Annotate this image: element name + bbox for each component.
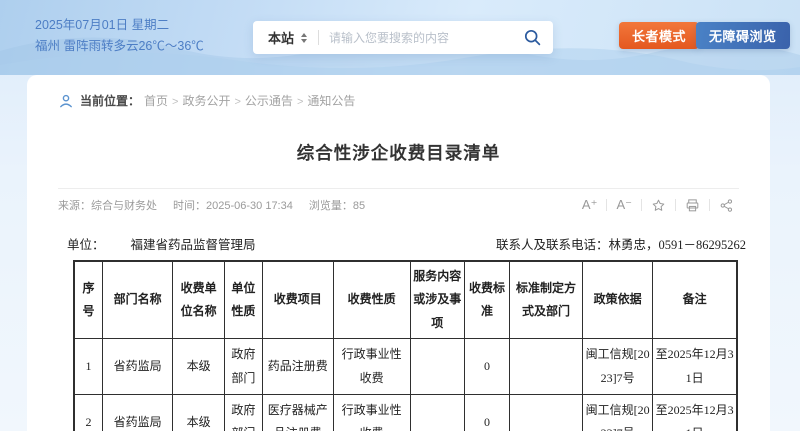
unit-value: 福建省药品监督管理局 xyxy=(131,238,256,252)
font-decrease-button[interactable]: A⁻ xyxy=(607,197,641,213)
table-cell: 0 xyxy=(464,339,509,395)
breadcrumb: 当前位置： 首页 > 政务公开 > 公示通告 > 通知公告 xyxy=(27,75,770,109)
table-cell: 省药监局 xyxy=(103,395,173,431)
table-cell: 至2025年12月31日 xyxy=(653,339,737,395)
table-header-cell: 备注 xyxy=(653,261,737,339)
breadcrumb-label: 当前位置： xyxy=(80,92,140,109)
table-cell: 0 xyxy=(464,395,509,431)
table-header-cell: 收费项目 xyxy=(262,261,333,339)
table-cell: 本级 xyxy=(173,395,225,431)
table-cell: 行政事业性收费 xyxy=(333,339,410,395)
top-banner: 2025年07月01日 星期二 福州 雷阵雨转多云26℃～36℃ 本站 长者模式… xyxy=(0,0,800,75)
contact-info: 联系人及联系电话：林勇忠，0591－86295262 xyxy=(496,234,746,253)
table-row: 2省药监局本级政府部门医疗器械产品注册费行政事业性收费 0 闽工信规[2023]7号… xyxy=(74,395,737,431)
table-cell xyxy=(510,339,583,395)
table-cell: 至2025年12月31日 xyxy=(653,395,737,431)
article-meta: 来源：综合与财务处 时间：2025-06-30 17:34 浏览量：85 xyxy=(58,197,365,213)
table-header-cell: 服务内容或涉及事项 xyxy=(410,261,464,339)
table-header-cell: 单位性质 xyxy=(224,261,262,339)
updown-arrows-icon[interactable] xyxy=(301,33,307,43)
search-icon xyxy=(524,29,541,46)
table-header-cell: 收费单位名称 xyxy=(173,261,225,339)
printer-icon xyxy=(685,198,700,213)
meta-views: 浏览量：85 xyxy=(309,197,365,213)
unit-field: 单位： 福建省药品监督管理局 xyxy=(67,234,256,253)
weather-text: 福州 雷阵雨转多云26℃～36℃ xyxy=(35,36,204,57)
elder-mode-button[interactable]: 长者模式 xyxy=(619,22,699,49)
table-cell: 本级 xyxy=(173,339,225,395)
content-card: 当前位置： 首页 > 政务公开 > 公示通告 > 通知公告 综合性涉企收费目录清单 来源：综… xyxy=(27,75,770,431)
share-icon xyxy=(719,198,734,213)
table-header-cell: 序号 xyxy=(74,261,103,339)
breadcrumb-item-2[interactable]: 公示通告 xyxy=(245,94,293,108)
accessibility-button[interactable]: 无障碍浏览 xyxy=(696,22,790,49)
fee-table-head: 序号部门名称收费单位名称单位性质收费项目收费性质服务内容或涉及事项收费标准标准制… xyxy=(74,261,737,339)
search-scope-select[interactable]: 本站 xyxy=(268,28,294,47)
article-tools: A⁺ A⁻ xyxy=(573,197,743,213)
breadcrumb-item-0[interactable]: 首页 xyxy=(144,94,168,108)
search-divider xyxy=(318,30,319,45)
table-cell: 政府部门 xyxy=(224,339,262,395)
table-cell: 闽工信规[2023]7号 xyxy=(582,339,652,395)
date-text: 2025年07月01日 星期二 xyxy=(35,15,204,36)
breadcrumb-item-1[interactable]: 政务公开 xyxy=(182,94,230,108)
share-button[interactable] xyxy=(710,198,743,213)
table-cell: 政府部门 xyxy=(224,395,262,431)
breadcrumb-items: 首页 > 政务公开 > 公示通告 > 通知公告 xyxy=(144,92,355,109)
fee-table: 序号部门名称收费单位名称单位性质收费项目收费性质服务内容或涉及事项收费标准标准制… xyxy=(73,260,738,431)
breadcrumb-separator: > xyxy=(234,96,240,108)
table-header-cell: 政策依据 xyxy=(582,261,652,339)
table-header-row: 序号部门名称收费单位名称单位性质收费项目收费性质服务内容或涉及事项收费标准标准制… xyxy=(74,261,737,339)
table-cell: 省药监局 xyxy=(103,339,173,395)
table-header-cell: 标准制定方式及部门 xyxy=(510,261,583,339)
table-cell: 行政事业性收费 xyxy=(333,395,410,431)
search-input[interactable] xyxy=(329,31,518,45)
meta-time: 时间：2025-06-30 17:34 xyxy=(173,197,293,213)
breadcrumb-separator: > xyxy=(297,96,303,108)
unit-label: 单位： xyxy=(67,238,105,252)
table-header-cell: 收费标准 xyxy=(464,261,509,339)
table-header-cell: 收费性质 xyxy=(333,261,410,339)
favorite-button[interactable] xyxy=(642,198,675,213)
person-icon xyxy=(59,94,73,108)
print-button[interactable] xyxy=(676,198,709,213)
table-cell xyxy=(510,395,583,431)
page-title: 综合性涉企收费目录清单 xyxy=(27,140,770,165)
breadcrumb-separator: > xyxy=(172,96,178,108)
table-cell: 闽工信规[2023]7号 xyxy=(582,395,652,431)
breadcrumb-item-3[interactable]: 通知公告 xyxy=(307,94,355,108)
table-cell: 1 xyxy=(74,339,103,395)
table-cell: 药品注册费 xyxy=(262,339,333,395)
table-row: 1省药监局本级政府部门药品注册费行政事业性收费 0 闽工信规[2023]7号至202… xyxy=(74,339,737,395)
fee-table-body: 1省药监局本级政府部门药品注册费行政事业性收费 0 闽工信规[2023]7号至202… xyxy=(74,339,737,431)
article-meta-row: 来源：综合与财务处 时间：2025-06-30 17:34 浏览量：85 A⁺ … xyxy=(27,189,770,213)
table-cell xyxy=(410,339,464,395)
table-header-cell: 部门名称 xyxy=(103,261,173,339)
table-cell xyxy=(410,395,464,431)
table-cell: 医疗器械产品注册费 xyxy=(262,395,333,431)
table-cell: 2 xyxy=(74,395,103,431)
document-header: 单位： 福建省药品监督管理局 联系人及联系电话：林勇忠，0591－86295262 xyxy=(67,234,746,253)
datetime-weather: 2025年07月01日 星期二 福州 雷阵雨转多云26℃～36℃ xyxy=(35,15,204,57)
search-button[interactable] xyxy=(524,29,541,46)
search-bar: 本站 xyxy=(253,21,553,54)
meta-source: 来源：综合与财务处 xyxy=(58,197,157,213)
font-increase-button[interactable]: A⁺ xyxy=(573,197,607,213)
star-icon xyxy=(651,198,666,213)
